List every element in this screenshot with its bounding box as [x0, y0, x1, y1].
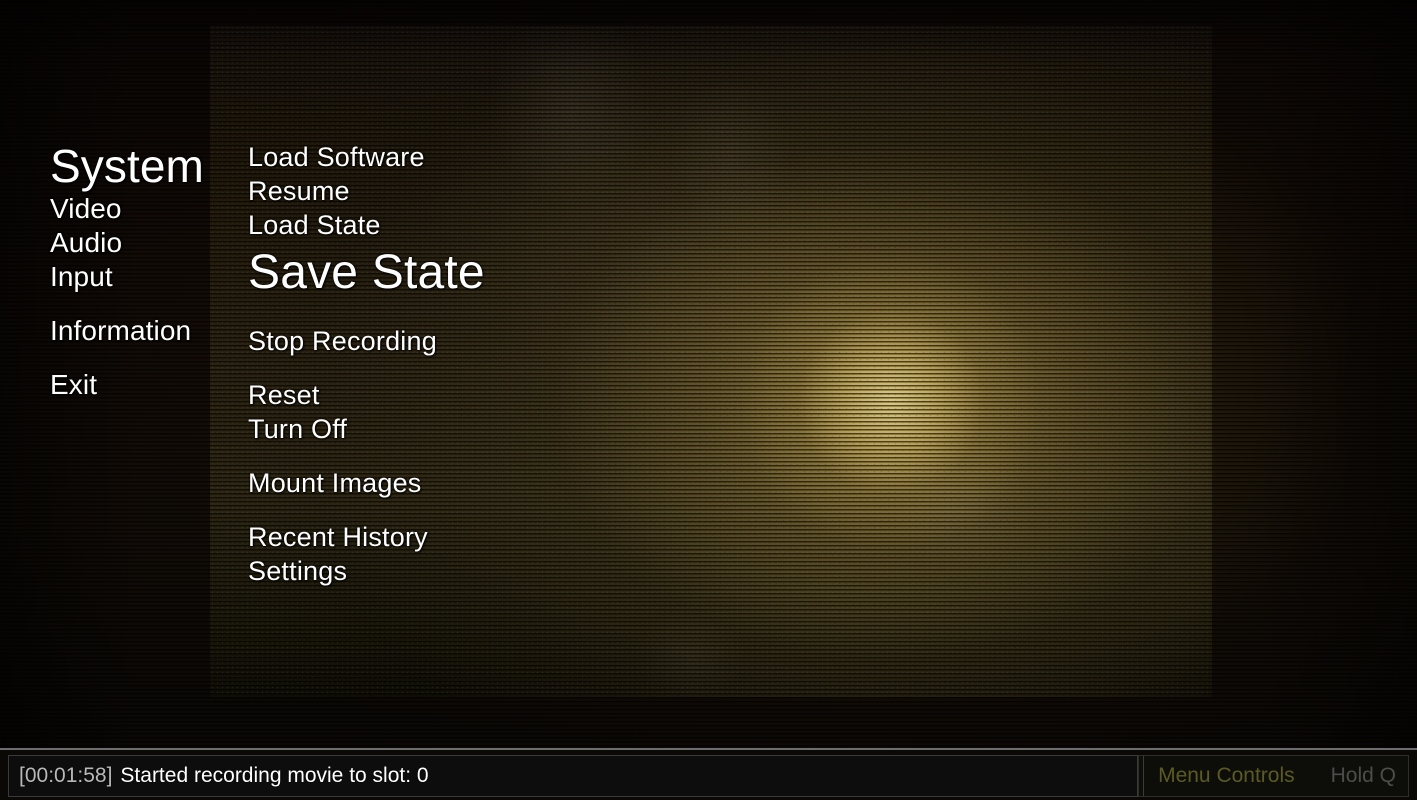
menu-item-load-software[interactable]: Load Software: [248, 140, 848, 174]
menu-overlay: System Video Audio Input Information Exi…: [0, 0, 1417, 748]
sidebar-item-input[interactable]: Input: [50, 260, 230, 294]
sidebar-item-video[interactable]: Video: [50, 192, 230, 226]
status-message-box: [00:01:58] Started recording movie to sl…: [8, 755, 1139, 797]
menu-item-settings[interactable]: Settings: [248, 554, 848, 588]
status-timestamp: [00:01:58]: [19, 764, 113, 787]
system-menu-list: Load Software Resume Load State Save Sta…: [248, 140, 848, 588]
hold-key-label: Hold Q: [1330, 764, 1396, 787]
sidebar-item-exit[interactable]: Exit: [50, 368, 230, 402]
menu-item-save-state[interactable]: Save State: [248, 242, 848, 304]
menu-controls-label[interactable]: Menu Controls: [1158, 764, 1295, 788]
emulator-window: System Video Audio Input Information Exi…: [0, 0, 1417, 800]
menu-item-load-state[interactable]: Load State: [248, 208, 848, 242]
sidebar: System Video Audio Input Information Exi…: [50, 140, 230, 402]
status-divider: [1143, 756, 1145, 796]
sidebar-item-information[interactable]: Information: [50, 314, 230, 348]
status-hint-box: Menu Controls Hold Q: [1138, 755, 1409, 797]
menu-item-stop-recording[interactable]: Stop Recording: [248, 324, 848, 358]
menu-item-reset[interactable]: Reset: [248, 378, 848, 412]
menu-item-resume[interactable]: Resume: [248, 174, 848, 208]
sidebar-item-audio[interactable]: Audio: [50, 226, 230, 260]
menu-item-mount-images[interactable]: Mount Images: [248, 466, 848, 500]
menu-item-turn-off[interactable]: Turn Off: [248, 412, 848, 446]
status-message: Started recording movie to slot: 0: [120, 764, 429, 787]
status-bar: [00:01:58] Started recording movie to sl…: [0, 748, 1417, 800]
sidebar-item-system[interactable]: System: [50, 140, 230, 192]
menu-item-recent-history[interactable]: Recent History: [248, 520, 848, 554]
